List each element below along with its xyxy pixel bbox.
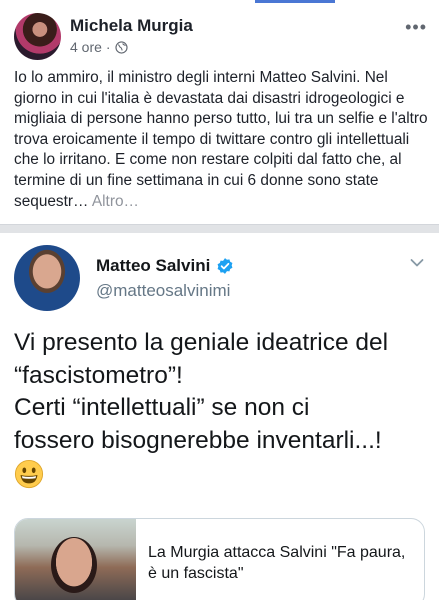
tweet-author-avatar[interactable] (14, 245, 80, 311)
tweet-line: fossero bisognerebbe inventarli...! (14, 426, 382, 454)
post-body-text: Io lo ammiro, il ministro degli interni … (14, 69, 428, 210)
active-tab-indicator (255, 0, 335, 3)
card-thumbnail (15, 519, 136, 600)
meta-separator: · (105, 39, 111, 55)
facebook-post: Michela Murgia 4 ore · ••• Io lo ammiro,… (0, 0, 439, 224)
tweet-line: “fascistometro”! (14, 361, 183, 389)
post-body: Io lo ammiro, il ministro degli interni … (14, 68, 428, 212)
tweet-embed: Matteo Salvini @matteosalvinimi Vi prese… (0, 233, 439, 600)
see-more-link[interactable]: Altro… (92, 193, 139, 210)
tweet-name-row: Matteo Salvini (96, 256, 234, 276)
post-time[interactable]: 4 ore (70, 39, 102, 55)
link-preview-card[interactable]: La Murgia attacca Salvini "Fa paura, è u… (14, 518, 425, 600)
tweet-line: Vi presento la geniale ideatrice del (14, 329, 389, 356)
globe-icon (114, 40, 128, 54)
more-options-icon[interactable]: ••• (405, 18, 427, 36)
card-thumbnail-face (51, 537, 97, 593)
tweet-text: Vi presento la geniale ideatrice del “fa… (14, 327, 434, 489)
tweet-author-handle[interactable]: @matteosalvinimi (96, 281, 230, 301)
author-avatar[interactable] (14, 13, 61, 60)
grinning-face-emoji-icon (14, 459, 44, 489)
post-meta: 4 ore · (70, 39, 128, 55)
post-author-name[interactable]: Michela Murgia (70, 16, 193, 36)
verified-badge-icon (217, 258, 233, 274)
chevron-down-icon[interactable] (410, 258, 424, 268)
card-title: La Murgia attacca Salvini "Fa paura, è u… (148, 544, 406, 582)
feed-divider (0, 224, 439, 233)
tweet-line: Certi “intellettuali” se non ci (14, 394, 310, 421)
tweet-author-name[interactable]: Matteo Salvini (96, 256, 210, 276)
